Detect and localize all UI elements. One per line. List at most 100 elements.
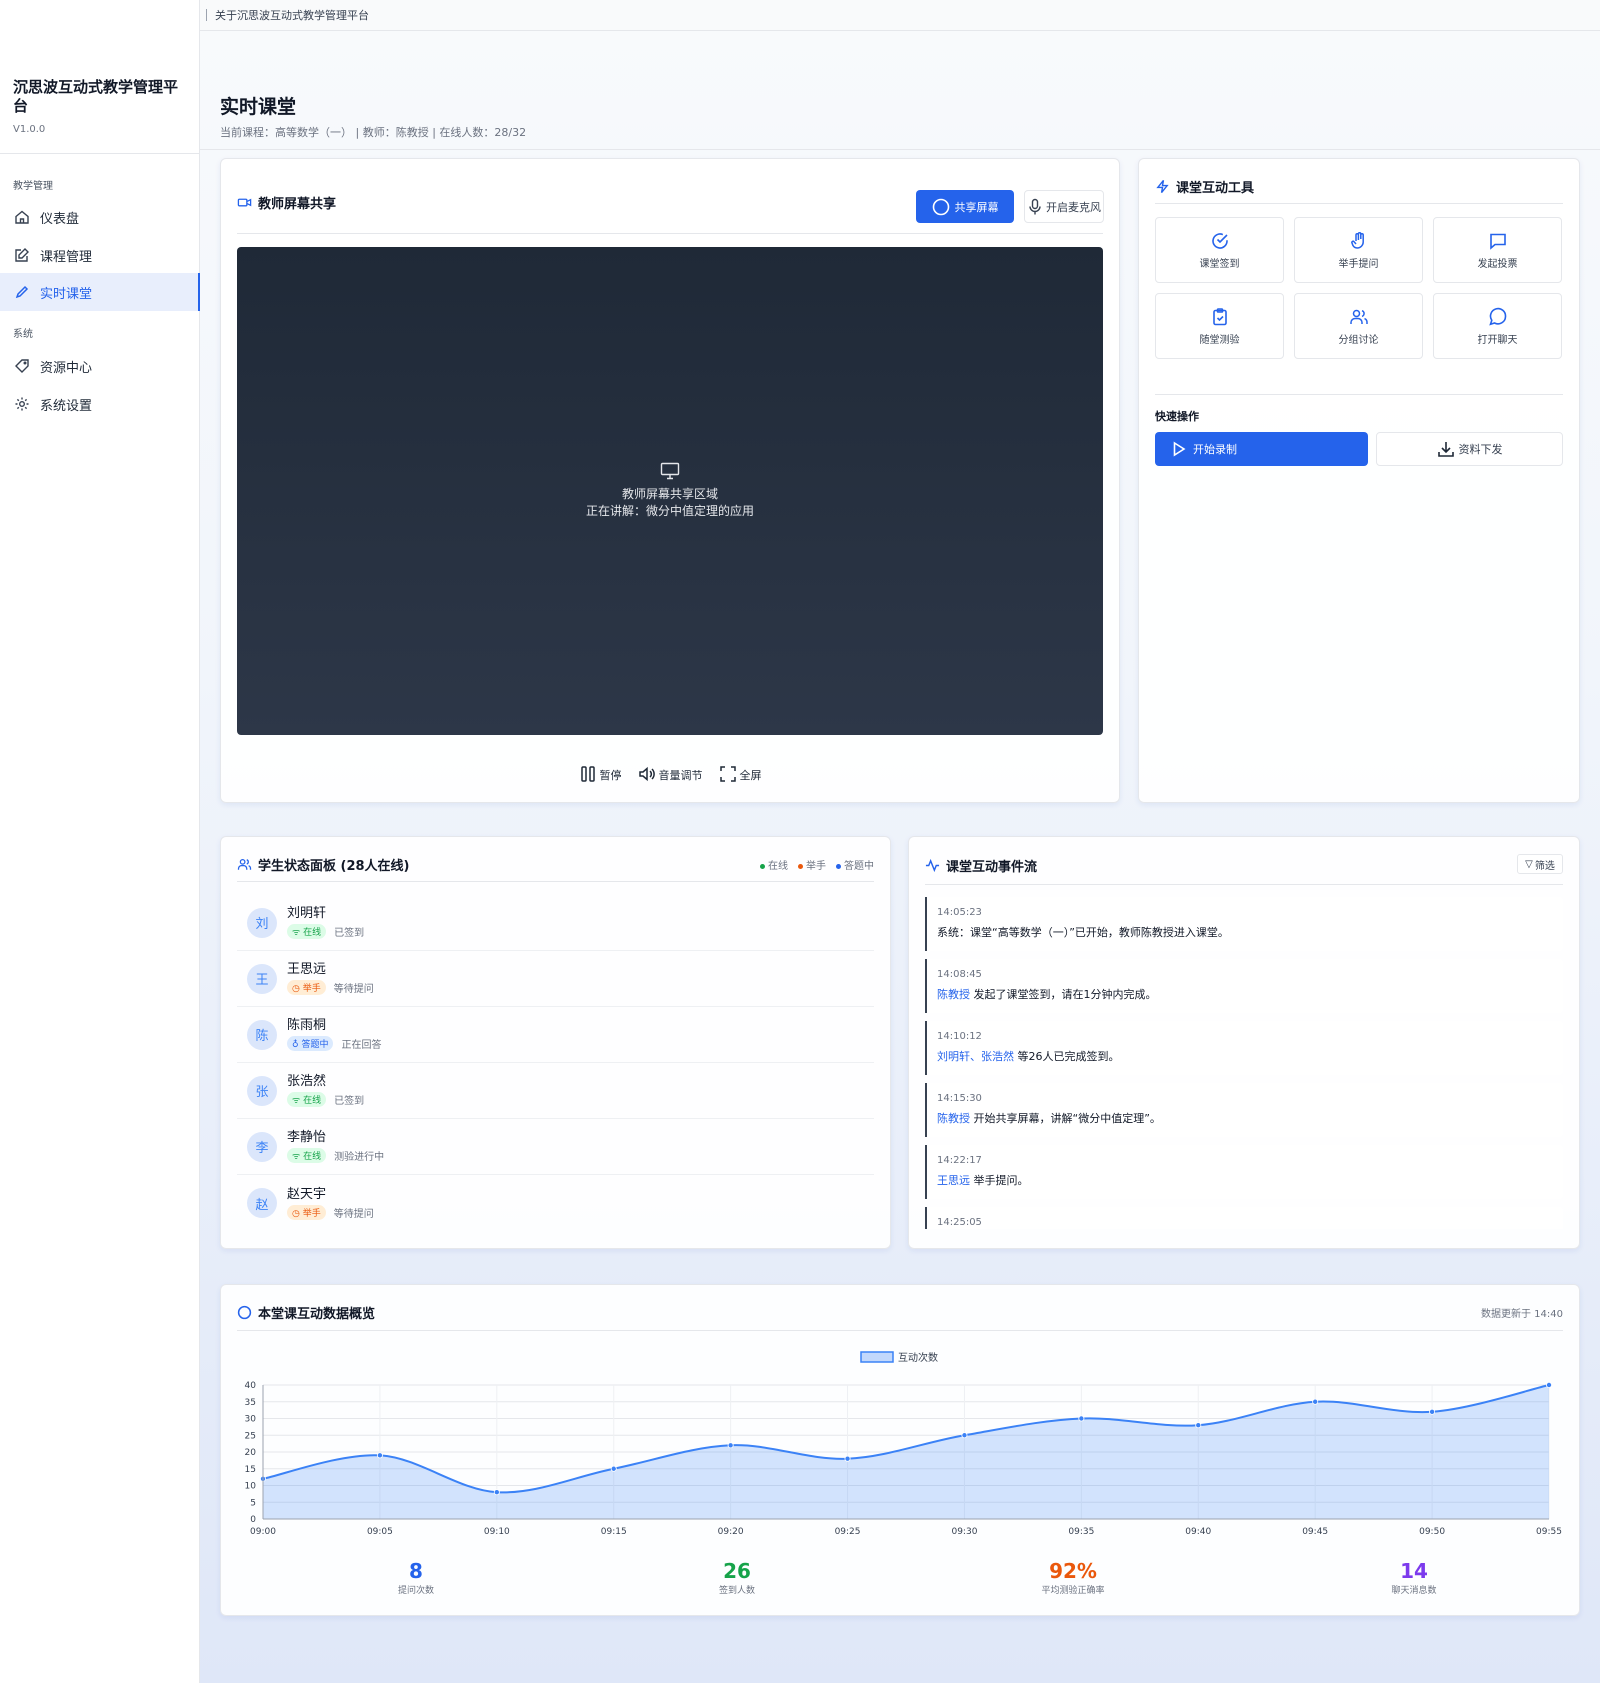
volume-button[interactable]: 音量调节 [635, 763, 706, 785]
student-row[interactable]: 张 张浩然 ᯤ 在线 已签到 [237, 1063, 874, 1119]
distribute-materials-button[interactable]: 资料下发 [1376, 432, 1563, 466]
brand-title: 沉思波互动式教学管理平台 [13, 78, 179, 115]
data-point [1429, 1408, 1436, 1415]
stat-label: 签到人数 [718, 1586, 755, 1596]
pause-label: 暂停 [599, 769, 622, 782]
pause-icon [579, 765, 597, 783]
playback-controls: 暂停 音量调节 全屏 [221, 763, 1119, 785]
student-name: 王思远 [287, 962, 327, 977]
student-row[interactable]: 赵 赵天宇 ◷ 举手 等待提问 [237, 1175, 874, 1231]
sidebar-item-resources[interactable]: 资源中心 [0, 347, 200, 385]
sidebar-item-label: 资源中心 [40, 360, 93, 376]
download-icon [1437, 440, 1455, 458]
page-subtitle: 当前课程：高等数学（一） | 教师：陈教授 | 在线人数：28/32 [220, 126, 527, 139]
event-actor-link[interactable]: 刘明轩、张浩然 [937, 1050, 1014, 1063]
status-badge: ᯤ 在线 [287, 924, 327, 939]
avatar: 李 [247, 1131, 277, 1162]
divider [1155, 203, 1563, 204]
fullscreen-label: 全屏 [739, 769, 762, 782]
student-row[interactable]: 陈 陈雨桐 ♁ 答题中 正在回答 [237, 1007, 874, 1063]
event-item: 14:25:05 [925, 1207, 1563, 1229]
filter-button[interactable]: ▽ 筛选 [1517, 854, 1563, 874]
about-link[interactable]: 关于沉思波互动式教学管理平台 [215, 7, 369, 23]
sidebar-item-label: 课程管理 [40, 249, 93, 265]
x-tick-label: 09:45 [1302, 1527, 1328, 1537]
avatar: 刘 [247, 907, 277, 938]
student-row[interactable]: 王 王思远 ◷ 举手 等待提问 [237, 951, 874, 1007]
student-name: 陈雨桐 [287, 1018, 327, 1033]
overview-title: 本堂课互动数据概览 [237, 1303, 375, 1322]
stats-row: 8 提问次数 26 签到人数 92% 平均测验正确率 14 聊天消息数 [237, 1560, 1563, 1600]
event-text: 刘明轩、张浩然 等26人已完成签到。 [937, 1050, 1120, 1063]
brand: 沉思波互动式教学管理平台 V1.0.0 [13, 78, 189, 135]
stat-value: 92% [1049, 1559, 1097, 1583]
status-badge: ᯤ 在线 [287, 1148, 327, 1163]
event-text: 王思远 举手提问。 [937, 1174, 1029, 1187]
status-badge: ᯤ 在线 [287, 1092, 327, 1107]
legend-answering: 答题中 [836, 857, 874, 872]
sidebar-item-courses[interactable]: 课程管理 [0, 236, 200, 274]
start-recording-button[interactable]: 开始录制 [1155, 432, 1368, 466]
avatar: 赵 [247, 1188, 277, 1218]
y-tick-label: 30 [245, 1415, 257, 1425]
clipboard-icon [1210, 307, 1230, 327]
students-title-text: 学生状态面板 (28人在线) [258, 859, 410, 874]
students-title: 学生状态面板 (28人在线) [237, 855, 410, 874]
mic-button[interactable]: 开启麦克风 [1024, 190, 1104, 223]
x-tick-label: 09:25 [835, 1527, 861, 1537]
y-tick-label: 35 [245, 1398, 256, 1408]
sidebar-item-settings[interactable]: 系统设置 [0, 385, 200, 423]
event-actor-link[interactable]: 王思远 [937, 1174, 970, 1187]
event-actor-link[interactable]: 陈教授 [937, 988, 970, 1001]
student-row[interactable]: 刘 刘明轩 ᯤ 在线 已签到 [237, 895, 874, 951]
wifi-icon: ᯤ [292, 1096, 304, 1106]
tool-group-discussion-button[interactable]: 分组讨论 [1294, 293, 1423, 359]
student-row[interactable]: 李 李静怡 ᯤ 在线 测验进行中 [237, 1119, 874, 1175]
sidebar-item-dashboard[interactable]: 仪表盘 [0, 198, 200, 236]
tool-vote-button[interactable]: 发起投票 [1433, 217, 1562, 283]
stat-accuracy: 92% 平均测验正确率 [993, 1560, 1153, 1596]
start-recording-label: 开始录制 [1193, 443, 1237, 456]
data-updated-time: 数据更新于 14:40 [1481, 1309, 1563, 1320]
tool-quiz-button[interactable]: 随堂测验 [1155, 293, 1284, 359]
volume-label: 音量调节 [658, 769, 703, 782]
student-note: 已签到 [334, 1096, 365, 1107]
stat-checkins: 26 签到人数 [657, 1560, 817, 1596]
data-point [1546, 1382, 1553, 1389]
divider [237, 233, 1103, 234]
event-item: 14:05:23 系统：课堂“高等数学（一）”已开始，教师陈教授进入课堂。 [925, 897, 1563, 951]
pause-button[interactable]: 暂停 [576, 763, 625, 785]
hand-icon [1349, 231, 1369, 251]
divider [0, 153, 200, 154]
event-actor-link[interactable]: 陈教授 [937, 1112, 970, 1125]
tag-icon [14, 358, 30, 374]
legend-online: 在线 [760, 857, 788, 872]
x-tick-label: 09:20 [718, 1527, 744, 1537]
data-point [1195, 1422, 1202, 1429]
y-tick-label: 5 [250, 1498, 256, 1508]
filter-label: 筛选 [1534, 860, 1555, 872]
avatar: 陈 [247, 1019, 277, 1050]
data-point [493, 1489, 500, 1496]
legend-hand: 举手 [798, 857, 826, 872]
tool-chat-button[interactable]: 打开聊天 [1433, 293, 1562, 359]
tool-checkin-button[interactable]: 课堂签到 [1155, 217, 1284, 283]
data-point [376, 1452, 383, 1459]
data-point [1078, 1415, 1085, 1422]
student-note: 测验进行中 [334, 1152, 385, 1163]
student-list: 刘 刘明轩 ᯤ 在线 已签到 王 王思远 ◷ 举手 等待提问 陈 陈雨桐 ♁ 答题中… [237, 895, 874, 1231]
student-status-card: 学生状态面板 (28人在线) 在线 举手 答题中 刘 刘明轩 ᯤ 在线 已签到 王… [220, 836, 891, 1249]
share-screen-button[interactable]: 共享屏幕 [916, 190, 1014, 223]
tool-grid: 课堂签到 举手提问 发起投票 随堂测验 分组讨论 打开聊天 [1155, 217, 1563, 359]
tools-title: 课堂互动工具 [1155, 177, 1254, 196]
fullscreen-button[interactable]: 全屏 [716, 763, 765, 785]
edit-icon [14, 247, 30, 263]
y-tick-label: 25 [245, 1431, 256, 1441]
avatar: 张 [247, 1075, 277, 1106]
y-tick-label: 10 [245, 1482, 257, 1492]
sidebar-item-live-class[interactable]: 实时课堂 [0, 273, 200, 311]
screen-share-card: 教师屏幕共享 共享屏幕 开启麦克风 教师屏幕共享区域 正在讲解：微分中值定理的应… [220, 158, 1120, 803]
tool-raise-hand-button[interactable]: 举手提问 [1294, 217, 1423, 283]
data-point [961, 1432, 968, 1439]
sidebar: 沉思波互动式教学管理平台 V1.0.0 教学管理 仪表盘 课程管理 实时课堂 系… [0, 0, 200, 1683]
